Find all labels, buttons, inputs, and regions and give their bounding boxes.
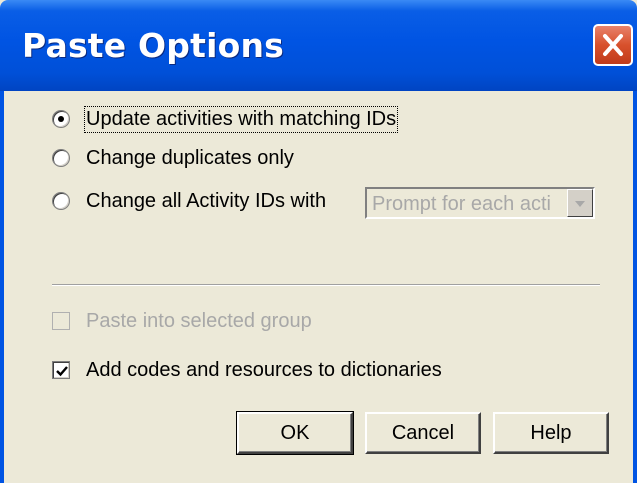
window-border-right [633, 91, 637, 483]
prompt-combo-box[interactable]: Prompt for each acti [365, 187, 595, 219]
radio-update-label: Update activities with matching IDs [83, 105, 399, 133]
combo-value: Prompt for each acti [372, 193, 551, 215]
radio-button-change-all[interactable] [52, 192, 70, 210]
separator [52, 284, 600, 286]
paste-options-dialog: Paste Options Update activities with mat… [0, 0, 637, 483]
window-border-left [0, 91, 4, 483]
radio-change-duplicates-label: Change duplicates only [86, 146, 294, 169]
radio-change-all-label: Change all Activity IDs with [86, 189, 327, 212]
paste-into-group-label: Paste into selected group [86, 309, 312, 332]
help-button[interactable]: Help [493, 412, 609, 454]
radio-update-matching[interactable]: Update activities with matching IDs [52, 104, 399, 134]
window-title: Paste Options [22, 26, 285, 65]
close-button[interactable] [593, 24, 633, 66]
radio-button-update[interactable] [52, 110, 70, 128]
combo-dropdown-button[interactable] [567, 189, 593, 217]
cancel-button[interactable]: Cancel [365, 412, 481, 454]
close-icon [603, 34, 623, 56]
checkmark-icon [56, 366, 68, 377]
radio-change-all[interactable]: Change all Activity IDs with [52, 186, 326, 216]
title-bar[interactable]: Paste Options [0, 0, 637, 91]
radio-change-duplicates[interactable]: Change duplicates only [52, 143, 294, 173]
radio-selected-icon [58, 116, 64, 122]
checkbox-add-codes[interactable] [52, 361, 70, 379]
check-paste-into-group[interactable]: Paste into selected group [52, 306, 312, 336]
checkbox-paste-into-group[interactable] [52, 312, 70, 330]
ok-button[interactable]: OK [236, 411, 354, 455]
check-add-codes[interactable]: Add codes and resources to dictionaries [52, 355, 442, 385]
chevron-down-icon [575, 201, 585, 207]
add-codes-label: Add codes and resources to dictionaries [86, 358, 442, 381]
radio-button-change-duplicates[interactable] [52, 149, 70, 167]
